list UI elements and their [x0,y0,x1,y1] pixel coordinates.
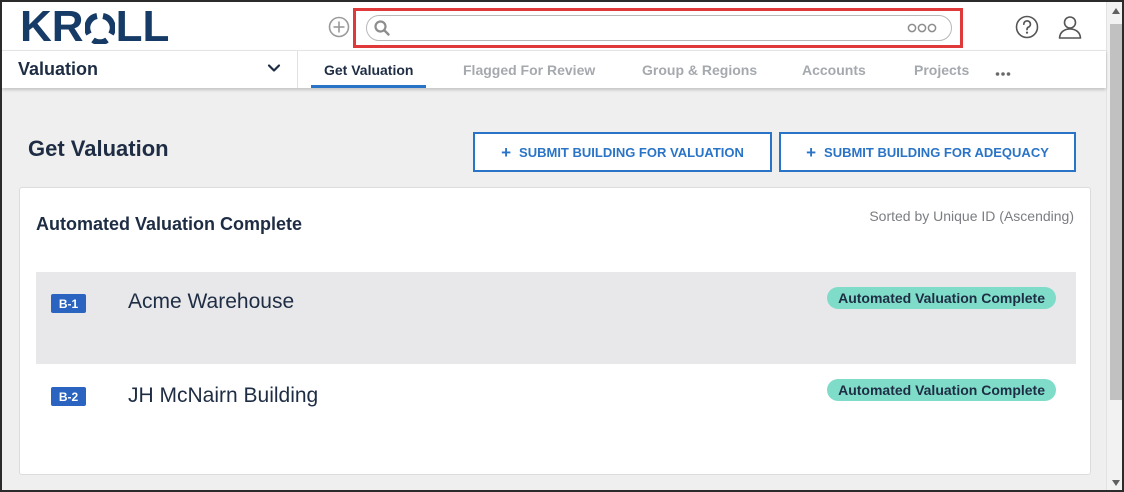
chevron-down-icon [267,64,281,72]
search-highlight-box [353,8,963,48]
more-tabs-icon[interactable] [995,71,1011,77]
plus-circle-icon[interactable] [328,16,350,38]
global-search[interactable] [366,15,952,41]
tab-flagged-for-review[interactable]: Flagged For Review [463,51,595,88]
tab-accounts[interactable]: Accounts [802,51,866,88]
status-badge: Automated Valuation Complete [827,379,1056,401]
app-window: KR LL Valuation Get Valuation Flagged Fo… [0,0,1124,492]
logo-ring-icon [84,10,115,44]
tab-projects[interactable]: Projects [914,51,969,88]
page-title: Get Valuation [28,136,169,161]
vertical-scrollbar[interactable] [1106,2,1122,490]
submit-valuation-label: SUBMIT BUILDING FOR VALUATION [519,144,744,160]
scroll-thumb[interactable] [1110,24,1122,400]
sort-indicator[interactable]: Sorted by Unique ID (Ascending) [869,208,1074,224]
scroll-down-icon[interactable] [1112,480,1120,486]
top-header: KR LL [2,2,1106,50]
submit-adequacy-label: SUBMIT BUILDING FOR ADEQUACY [824,144,1049,160]
unique-id-badge: B-2 [51,387,86,406]
search-input[interactable] [391,20,907,36]
search-icon [374,20,390,36]
module-dropdown[interactable]: Valuation [2,51,298,88]
table-row[interactable]: B-2 JH McNairn Building Automated Valuat… [36,366,1076,432]
module-label: Valuation [18,59,99,79]
help-icon[interactable] [1015,15,1039,39]
building-name: Acme Warehouse [128,290,295,313]
user-icon[interactable] [1057,14,1083,40]
status-badge: Automated Valuation Complete [827,287,1056,309]
unique-id-badge: B-1 [51,294,86,313]
submit-building-for-adequacy-button[interactable]: + SUBMIT BUILDING FOR ADEQUACY [779,132,1076,172]
table-row[interactable]: B-1 Acme Warehouse Automated Valuation C… [36,272,1076,364]
valuation-list-card: Automated Valuation Complete Sorted by U… [19,187,1091,475]
submit-building-for-valuation-button[interactable]: + SUBMIT BUILDING FOR VALUATION [473,132,772,172]
module-navbar: Valuation Get Valuation Flagged For Revi… [2,50,1106,88]
plus-icon: + [501,142,512,162]
plus-icon: + [806,142,817,162]
options-icon[interactable] [907,22,937,34]
kroll-logo[interactable]: KR LL [20,5,169,49]
tab-get-valuation[interactable]: Get Valuation [310,51,428,88]
tab-group-regions[interactable]: Group & Regions [642,51,757,88]
building-name: JH McNairn Building [128,384,319,407]
scroll-up-icon[interactable] [1112,8,1120,14]
card-title: Automated Valuation Complete [36,214,303,234]
